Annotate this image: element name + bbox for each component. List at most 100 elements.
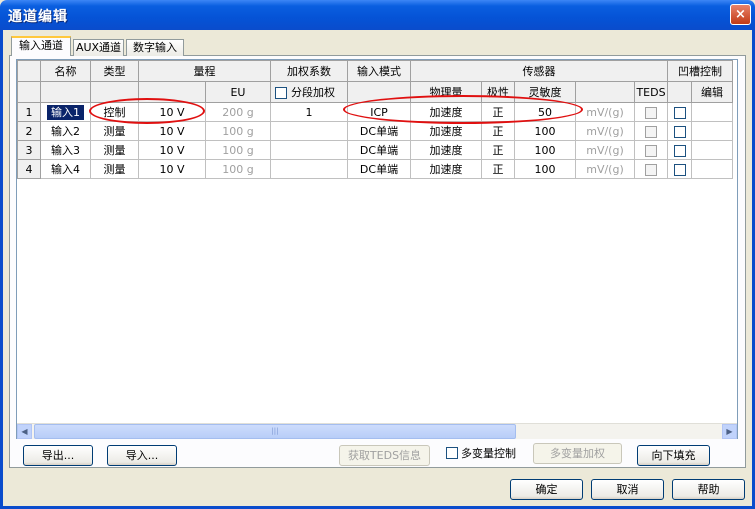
cell-eu[interactable]: 100 g — [205, 140, 271, 160]
horizontal-scrollbar[interactable]: ◀ ||| ▶ — [17, 423, 737, 439]
cell-physical[interactable]: 加速度 — [410, 121, 482, 141]
cell-edit[interactable] — [691, 159, 733, 179]
row-number[interactable]: 4 — [17, 159, 41, 179]
notch-checkbox[interactable] — [673, 163, 686, 176]
cell-sensitivity[interactable]: 100 — [514, 140, 576, 160]
col-header-range[interactable]: 量程 — [138, 60, 271, 82]
export-button[interactable]: 导出... — [23, 445, 93, 466]
tab-input-channel[interactable]: 输入通道 — [11, 36, 71, 56]
cell-edit[interactable] — [691, 140, 733, 160]
cell-name[interactable]: 输入3 — [40, 140, 91, 160]
cell-sensitivity[interactable]: 100 — [514, 159, 576, 179]
multi-var-control-checkbox[interactable] — [446, 447, 458, 459]
table-row[interactable]: 2 输入2 测量 10 V 100 g DC单端 加速度 正 100 mV/(g… — [17, 121, 733, 141]
cell-sensitivity[interactable]: 100 — [514, 121, 576, 141]
notch-checkbox[interactable] — [673, 106, 686, 119]
cell-type[interactable]: 测量 — [90, 121, 139, 141]
table-row[interactable]: 1 输入1 控制 10 V 200 g 1 ICP 加速度 正 50 mV/(g… — [17, 102, 733, 122]
cell-weight[interactable] — [270, 140, 348, 160]
multi-var-control-label: 多变量控制 — [461, 447, 516, 460]
cell-notch[interactable] — [667, 140, 692, 160]
cell-teds[interactable] — [634, 140, 668, 160]
cell-input-mode[interactable]: ICP — [347, 102, 411, 122]
cell-notch[interactable] — [667, 121, 692, 141]
cancel-button[interactable]: 取消 — [591, 479, 664, 500]
cell-type[interactable]: 测量 — [90, 159, 139, 179]
cell-eu[interactable]: 100 g — [205, 121, 271, 141]
cell-input-mode[interactable]: DC单端 — [347, 140, 411, 160]
tab-digital-input[interactable]: 数字输入 — [126, 39, 184, 56]
cell-polarity[interactable]: 正 — [481, 102, 515, 122]
cell-name[interactable]: 输入1 — [40, 102, 91, 122]
cell-type[interactable]: 控制 — [90, 102, 139, 122]
cell-weight[interactable]: 1 — [270, 102, 348, 122]
cell-physical[interactable]: 加速度 — [410, 140, 482, 160]
col-header-edit[interactable]: 编辑 — [691, 81, 733, 103]
col-header-input-mode[interactable]: 输入模式 — [347, 60, 411, 82]
row-number[interactable]: 3 — [17, 140, 41, 160]
ok-button[interactable]: 确定 — [510, 479, 583, 500]
row-number[interactable]: 2 — [17, 121, 41, 141]
col-header-teds[interactable]: TEDS — [634, 81, 668, 103]
col-header-sensor[interactable]: 传感器 — [410, 60, 668, 82]
cell-physical[interactable]: 加速度 — [410, 159, 482, 179]
teds-checkbox[interactable] — [645, 106, 657, 119]
cell-input-mode[interactable]: DC单端 — [347, 159, 411, 179]
import-button[interactable]: 导入... — [107, 445, 177, 466]
cell-sensitivity[interactable]: 50 — [514, 102, 576, 122]
channel-grid[interactable]: 名称 类型 量程 加权系数 输入模式 传感器 凹槽控制 EU 分段加权 物理量 … — [16, 59, 738, 439]
teds-checkbox[interactable] — [645, 125, 657, 138]
close-button[interactable]: × — [730, 4, 751, 25]
col-header-polarity[interactable]: 极性 — [481, 81, 515, 103]
scroll-thumb[interactable]: ||| — [34, 424, 516, 439]
col-header-notch[interactable]: 凹槽控制 — [667, 60, 733, 82]
arrow-right-icon: ▶ — [726, 427, 733, 436]
cell-eu[interactable]: 200 g — [205, 102, 271, 122]
notch-checkbox[interactable] — [673, 125, 686, 138]
cell-weight[interactable] — [270, 121, 348, 141]
teds-checkbox[interactable] — [645, 163, 657, 176]
cell-teds[interactable] — [634, 102, 668, 122]
notch-checkbox[interactable] — [673, 144, 686, 157]
cell-weight[interactable] — [270, 159, 348, 179]
table-row[interactable]: 4 输入4 测量 10 V 100 g DC单端 加速度 正 100 mV/(g… — [17, 159, 733, 179]
cell-edit[interactable] — [691, 102, 733, 122]
cell-physical[interactable]: 加速度 — [410, 102, 482, 122]
teds-checkbox[interactable] — [645, 144, 657, 157]
cell-polarity[interactable]: 正 — [481, 140, 515, 160]
scroll-right-button[interactable]: ▶ — [722, 424, 737, 439]
cell-notch[interactable] — [667, 159, 692, 179]
cell-name[interactable]: 输入4 — [40, 159, 91, 179]
cell-notch[interactable] — [667, 102, 692, 122]
col-header-name[interactable]: 名称 — [40, 60, 91, 82]
segment-weight-cell[interactable]: 分段加权 — [270, 81, 348, 103]
cell-edit[interactable] — [691, 121, 733, 141]
row-number[interactable]: 1 — [17, 102, 41, 122]
help-button[interactable]: 帮助 — [672, 479, 745, 500]
multi-var-weight-button[interactable]: 多变量加权 — [533, 443, 622, 464]
get-teds-info-button[interactable]: 获取TEDS信息 — [339, 445, 430, 466]
cell-eu[interactable]: 100 g — [205, 159, 271, 179]
scroll-left-button[interactable]: ◀ — [17, 424, 32, 439]
cell-range[interactable]: 10 V — [138, 159, 206, 179]
cell-polarity[interactable]: 正 — [481, 159, 515, 179]
col-header-weight[interactable]: 加权系数 — [270, 60, 348, 82]
cell-range[interactable]: 10 V — [138, 140, 206, 160]
tab-aux-channel[interactable]: AUX通道 — [73, 39, 124, 56]
cell-range[interactable]: 10 V — [138, 102, 206, 122]
cell-teds[interactable] — [634, 121, 668, 141]
table-row[interactable]: 3 输入3 测量 10 V 100 g DC单端 加速度 正 100 mV/(g… — [17, 140, 733, 160]
cell-type[interactable]: 测量 — [90, 140, 139, 160]
col-header-type[interactable]: 类型 — [90, 60, 139, 82]
col-header-physical[interactable]: 物理量 — [410, 81, 482, 103]
cell-name[interactable]: 输入2 — [40, 121, 91, 141]
multi-var-control-option[interactable]: 多变量控制 — [446, 447, 516, 463]
col-header-eu[interactable]: EU — [205, 81, 271, 103]
segment-weight-checkbox[interactable] — [275, 87, 287, 99]
cell-teds[interactable] — [634, 159, 668, 179]
cell-range[interactable]: 10 V — [138, 121, 206, 141]
cell-input-mode[interactable]: DC单端 — [347, 121, 411, 141]
fill-down-button[interactable]: 向下填充 — [637, 445, 710, 466]
cell-polarity[interactable]: 正 — [481, 121, 515, 141]
col-header-sensitivity[interactable]: 灵敏度 — [514, 81, 576, 103]
